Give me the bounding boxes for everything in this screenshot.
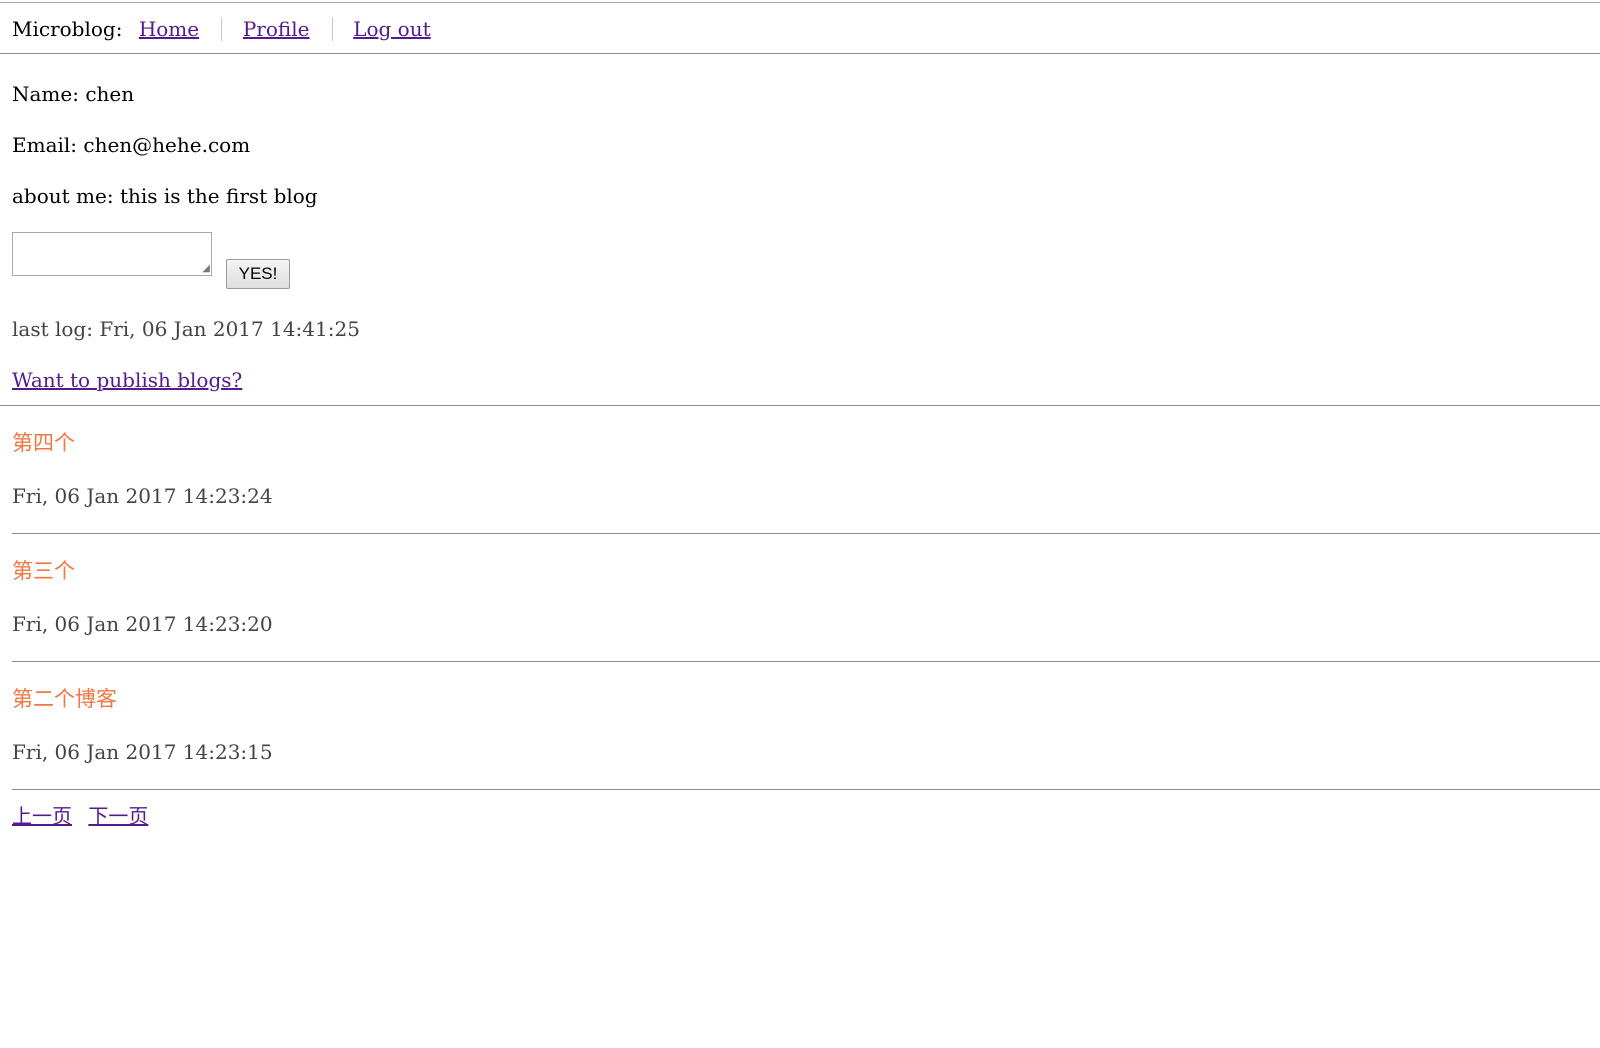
nav-logout-link[interactable]: Log out <box>353 17 430 41</box>
resize-handle-icon[interactable]: ◢ <box>202 264 210 274</box>
top-nav: Microblog: Home Profile Log out <box>12 14 431 44</box>
publish-blogs-link[interactable]: Want to publish blogs? <box>12 367 242 393</box>
post-divider <box>12 661 1600 662</box>
nav-home-link[interactable]: Home <box>139 17 199 41</box>
about-text-input[interactable]: ◢ <box>12 232 212 276</box>
yes-button[interactable]: YES! <box>226 259 290 289</box>
post-time: Fri, 06 Jan 2017 14:23:15 <box>12 740 273 764</box>
posts-divider <box>0 405 1600 406</box>
profile-name: Name: chen <box>12 82 135 106</box>
nav-separator <box>331 16 333 41</box>
post-time: Fri, 06 Jan 2017 14:23:24 <box>12 484 273 508</box>
post-divider <box>12 533 1600 534</box>
nav-profile-link[interactable]: Profile <box>243 17 310 41</box>
post-time: Fri, 06 Jan 2017 14:23:20 <box>12 612 273 636</box>
profile-about: about me: this is the first blog <box>12 184 318 208</box>
post-divider <box>12 789 1600 790</box>
last-log: last log: Fri, 06 Jan 2017 14:41:25 <box>12 317 360 341</box>
post-title: 第二个博客 <box>12 687 117 711</box>
nav-separator <box>221 16 223 41</box>
post-title: 第四个 <box>12 431 75 455</box>
pagination: 上一页 下一页 <box>12 803 148 829</box>
brand-label: Microblog: <box>12 17 123 41</box>
profile-email: Email: chen@hehe.com <box>12 133 251 157</box>
top-border <box>0 2 1600 3</box>
prev-page-link[interactable]: 上一页 <box>12 804 72 828</box>
next-page-link[interactable]: 下一页 <box>88 804 148 828</box>
header-divider <box>0 53 1600 54</box>
post-title: 第三个 <box>12 559 75 583</box>
